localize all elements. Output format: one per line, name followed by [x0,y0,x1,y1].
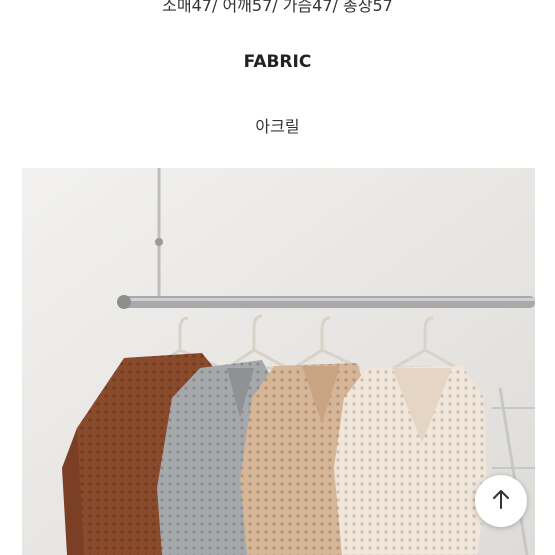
size-info: 소매47/ 어깨57/ 가슴47/ 총장57 [162,0,393,15]
arrow-up-icon [491,488,511,514]
fabric-value: 아크릴 [255,117,300,136]
scroll-to-top-button[interactable] [475,475,527,527]
fabric-heading: FABRIC [243,52,312,72]
product-photo [22,168,535,555]
